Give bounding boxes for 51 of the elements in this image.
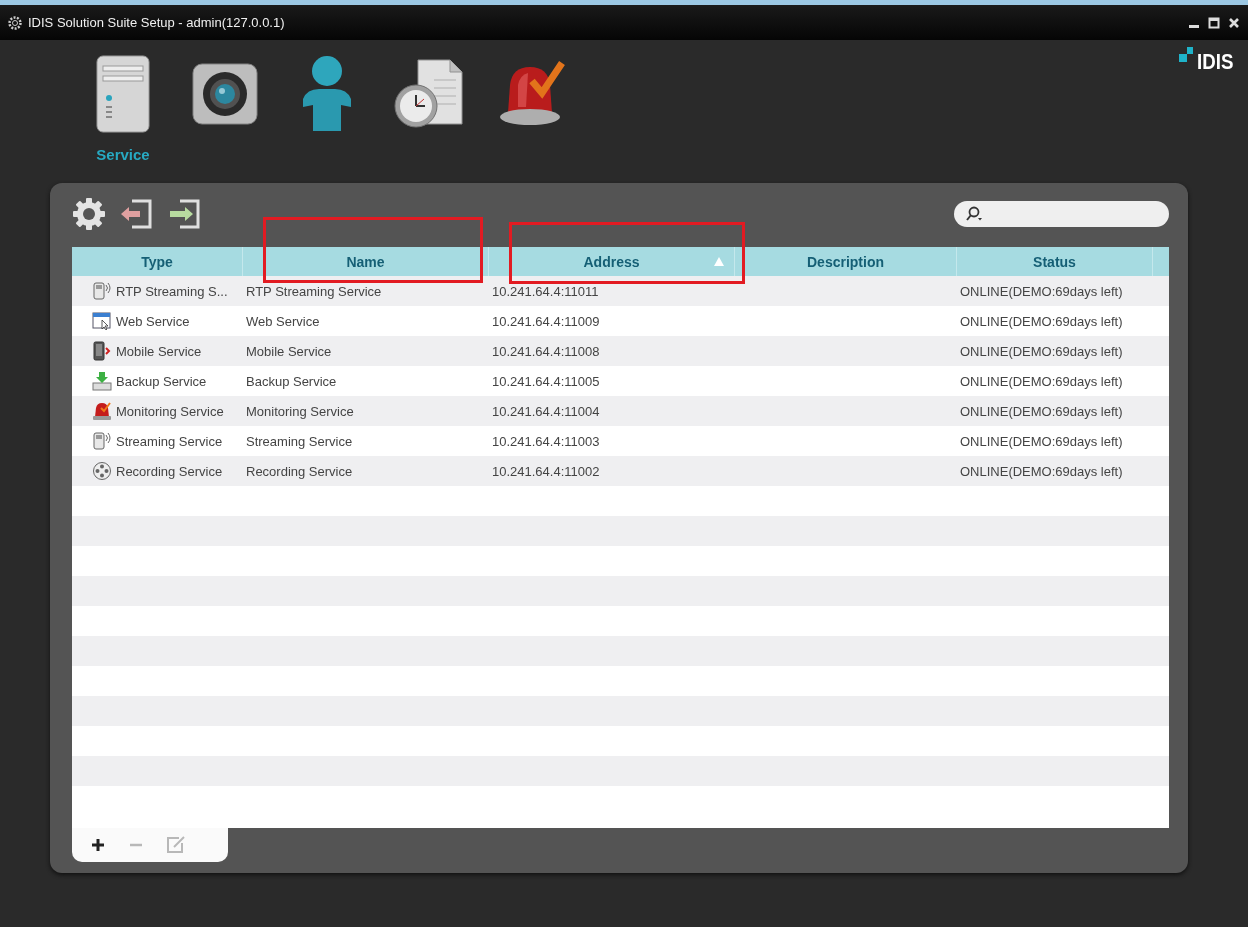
maximize-icon[interactable] <box>1208 16 1220 29</box>
window-title: IDIS Solution Suite Setup - admin(127.0.0.1) <box>28 15 286 30</box>
table-cell-text: 10.241.64.4:11003 <box>491 432 601 451</box>
table-cell: Web Service <box>116 313 190 329</box>
server-icon <box>95 54 151 134</box>
table-cell-text: 10.241.64.4:11005 <box>491 372 601 391</box>
table-cell: Monitoring Service <box>116 403 224 419</box>
alarm-light-icon <box>92 401 112 421</box>
nav-label: Service <box>96 146 150 163</box>
table-cell-text: ONLINE(DEMO:69days left) <box>959 312 1124 331</box>
edit-icon <box>166 836 186 854</box>
table-cell-text: 10.241.64.4:11004 <box>491 402 601 421</box>
table-cell-text: ONLINE(DEMO:69days left) <box>959 282 1124 301</box>
table-cell-text: Mobile Service <box>245 342 333 361</box>
film-reel-icon <box>92 461 112 481</box>
brand-logo: IDIS <box>1197 51 1234 73</box>
table-cell-text: 10.241.64.4:11011 <box>491 282 600 301</box>
close-icon[interactable] <box>1228 16 1240 29</box>
download-tray-icon <box>92 371 112 391</box>
mobile-icon <box>92 341 112 361</box>
document-clock-icon <box>394 58 464 130</box>
table-cell-text: ONLINE(DEMO:69days left) <box>959 432 1124 451</box>
browser-window-icon <box>92 311 112 331</box>
search-field[interactable] <box>954 200 1169 227</box>
device-signal-icon <box>92 431 112 451</box>
table-cell-text: Backup Service <box>245 372 338 391</box>
table-cell-text: ONLINE(DEMO:69days left) <box>959 462 1124 481</box>
table-cell: RTP Streaming S... <box>116 283 228 299</box>
table-cell: Streaming Service <box>116 433 223 449</box>
search-icon <box>966 205 984 222</box>
table-cell-text: Recording Service <box>245 462 354 481</box>
table-cell-text: 10.241.64.4:11008 <box>491 342 601 361</box>
table-cell: Mobile Service <box>116 343 202 359</box>
device-signal-icon <box>92 281 112 301</box>
table-cell-text: Monitoring Service <box>245 402 355 421</box>
table-cell-text: Streaming Service <box>245 432 354 451</box>
table-cell: Recording Service <box>116 463 223 479</box>
table-cell-text: ONLINE(DEMO:69days left) <box>959 402 1124 421</box>
plus-icon <box>90 837 106 853</box>
nav-item[interactable]: Service <box>87 52 159 163</box>
settings-icon[interactable] <box>72 196 106 231</box>
table-cell-text: ONLINE(DEMO:69days left) <box>959 342 1124 361</box>
table-cell-text: RTP Streaming Service <box>245 282 383 301</box>
table-cell-text: 10.241.64.4:11002 <box>491 462 601 481</box>
gear-icon <box>8 15 22 30</box>
logo-mark-icon <box>1179 47 1196 63</box>
camera-icon <box>192 61 258 127</box>
table-cell-text: 10.241.64.4:11009 <box>491 312 601 331</box>
table-cell-text: Web Service <box>245 312 321 331</box>
table-cell-text: ONLINE(DEMO:69days left) <box>959 372 1124 391</box>
table-cell: Backup Service <box>116 373 207 389</box>
